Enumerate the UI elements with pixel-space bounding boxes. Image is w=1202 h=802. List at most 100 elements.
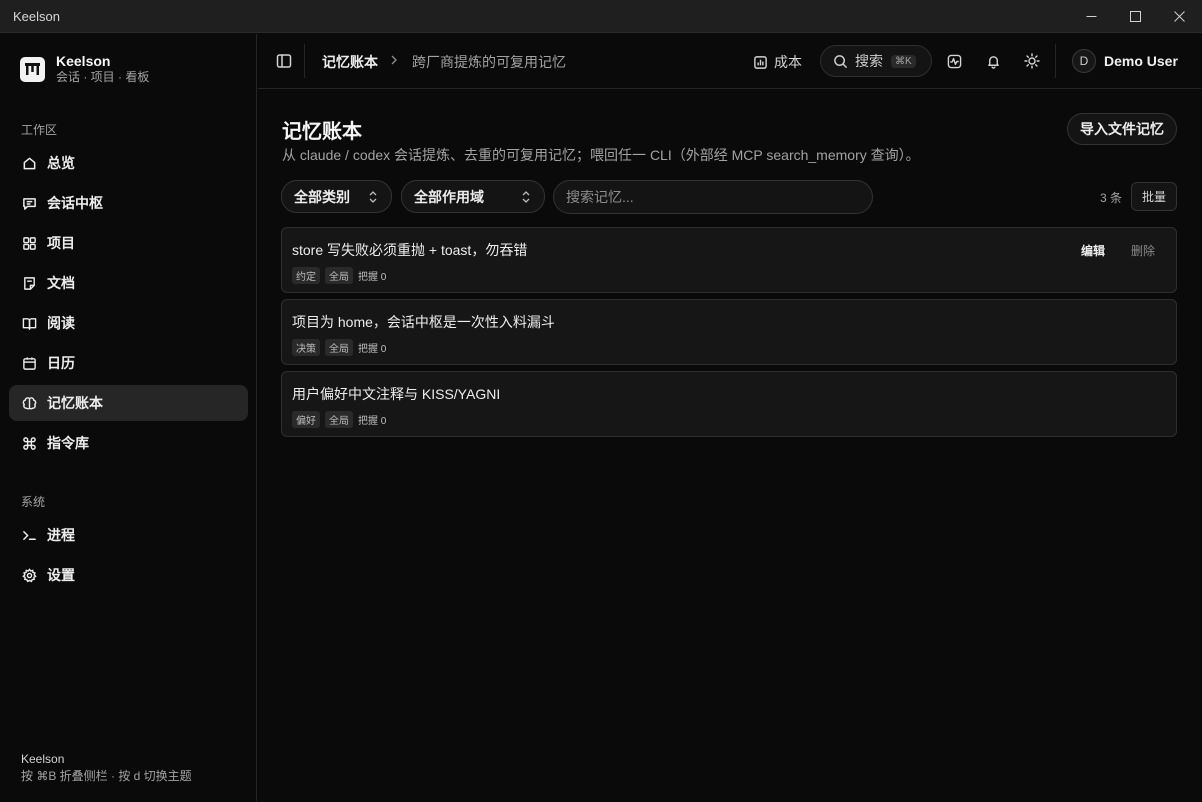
window-title: Keelson [13,9,60,24]
activity-button[interactable] [946,53,962,69]
top-header: 记忆账本 跨厂商提炼的可复用记忆 成本 搜索 ⌘K D Demo User [258,34,1201,89]
chevron-right-icon [389,53,399,69]
sidebar-item-label: 文档 [47,275,75,291]
document-icon [22,276,37,291]
terminal-icon [22,528,37,543]
user-menu[interactable]: D Demo User [1072,49,1178,73]
footer-title: Keelson [21,752,65,766]
memory-title: 项目为 home，会话中枢是一次性入料漏斗 [292,314,555,330]
sidebar-item-overview[interactable]: 总览 [9,145,248,181]
search-shortcut-badge: ⌘K [891,54,916,68]
sidebar-item-commands[interactable]: 指令库 [9,425,248,461]
sidebar-item-memory-ledger[interactable]: 记忆账本 [9,385,248,421]
bell-icon [987,55,999,69]
confidence-label: 把握 0 [358,416,387,427]
minimize-button[interactable] [1069,0,1113,33]
category-filter-value: 全部类别 [294,188,350,205]
confidence-label: 把握 0 [358,272,387,283]
close-button[interactable] [1157,0,1201,33]
sidebar-item-label: 会话中枢 [47,195,103,211]
theme-toggle-button[interactable] [1024,53,1040,69]
workspace-section-label: 工作区 [21,123,58,137]
delete-button[interactable]: 删除 [1131,242,1155,259]
notifications-button[interactable] [985,53,1001,69]
chat-icon [22,196,37,211]
memory-card[interactable]: 项目为 home，会话中枢是一次性入料漏斗 决策 全局 把握 0 [281,299,1177,365]
sidebar-item-label: 项目 [47,235,75,251]
maximize-button[interactable] [1113,0,1157,33]
maximize-icon [1129,11,1141,22]
book-icon [22,316,37,331]
sidebar-item-label: 进程 [47,527,75,543]
gear-icon [22,567,37,583]
chevron-up-down-icon [367,190,379,207]
keelson-logo-icon [20,56,45,82]
confidence-label: 把握 0 [358,344,387,355]
scope-tag: 全局 [325,339,353,356]
category-filter-select[interactable]: 全部类别 [281,180,392,213]
minimize-icon [1086,16,1096,17]
memory-tags: 决策 全局 把握 0 [292,339,386,356]
sidebar-item-label: 日历 [47,355,75,371]
memory-card[interactable]: 用户偏好中文注释与 KISS/YAGNI 偏好 全局 把握 0 [281,371,1177,437]
scope-tag: 全局 [325,267,353,284]
search-label: 搜索 [855,53,883,69]
category-tag: 偏好 [292,411,320,428]
sidebar-item-processes[interactable]: 进程 [9,517,248,553]
memory-card[interactable]: store 写失败必须重抛 + toast，勿吞错 约定 全局 把握 0 编辑 … [281,227,1177,293]
window-titlebar: Keelson [0,0,1202,33]
breadcrumb-root[interactable]: 记忆账本 [322,52,378,72]
page-description: 从 claude / codex 会话提炼、去重的可复用记忆；喂回任一 CLI（… [282,147,920,163]
sidebar-toggle-icon [276,54,292,68]
sidebar-item-settings[interactable]: 设置 [9,557,248,593]
divider [304,44,305,78]
memory-count: 3 条 [1100,191,1123,205]
activity-icon [947,54,961,68]
scope-tag: 全局 [325,411,353,428]
batch-button[interactable]: 批量 [1131,182,1177,211]
brand-name: Keelson [56,53,111,69]
sidebar-item-reading[interactable]: 阅读 [9,305,248,341]
sidebar-item-label: 记忆账本 [47,395,103,411]
sidebar-item-label: 指令库 [47,435,89,451]
brand[interactable]: Keelson 会话 · 项目 · 看板 [20,53,149,85]
brand-subtitle: 会话 · 项目 · 看板 [56,70,150,84]
memory-title: 用户偏好中文注释与 KISS/YAGNI [292,386,501,402]
close-icon [1173,11,1185,22]
sidebar: Keelson 会话 · 项目 · 看板 工作区 总览 会话中枢 项目 文档 阅… [1,34,257,801]
toggle-sidebar-button[interactable] [276,53,292,69]
home-icon [22,156,37,171]
memory-tags: 偏好 全局 把握 0 [292,411,386,428]
page-title: 记忆账本 [282,121,362,143]
sidebar-item-label: 设置 [47,567,75,583]
grid-icon [22,236,37,251]
bar-chart-icon [753,55,768,70]
memory-search-input[interactable] [553,180,873,214]
scope-filter-value: 全部作用域 [414,188,484,205]
cost-label: 成本 [774,54,802,70]
sun-icon [1024,53,1040,69]
sidebar-item-calendar[interactable]: 日历 [9,345,248,381]
edit-button[interactable]: 编辑 [1081,242,1105,259]
sidebar-footer: Keelson 按 ⌘B 折叠侧栏 · 按 d 切换主题 [21,751,192,785]
user-name: Demo User [1104,53,1178,69]
import-file-memory-button[interactable]: 导入文件记忆 [1067,113,1177,145]
cost-button[interactable]: 成本 [753,52,802,72]
memory-title: store 写失败必须重抛 + toast，勿吞错 [292,242,528,258]
global-search-button[interactable]: 搜索 ⌘K [820,45,932,77]
divider [1055,44,1056,78]
sidebar-item-docs[interactable]: 文档 [9,265,248,301]
sidebar-item-sessions[interactable]: 会话中枢 [9,185,248,221]
scope-filter-select[interactable]: 全部作用域 [401,180,545,213]
chevron-up-down-icon [520,190,532,207]
sidebar-item-label: 阅读 [47,315,75,331]
calendar-icon [22,356,37,371]
brain-icon [22,396,37,411]
category-tag: 约定 [292,267,320,284]
breadcrumb-current: 跨厂商提炼的可复用记忆 [412,54,566,70]
sidebar-item-projects[interactable]: 项目 [9,225,248,261]
avatar: D [1072,49,1096,73]
search-icon [833,54,848,69]
footer-hint: 按 ⌘B 折叠侧栏 · 按 d 切换主题 [21,769,192,783]
sidebar-item-label: 总览 [47,155,75,171]
